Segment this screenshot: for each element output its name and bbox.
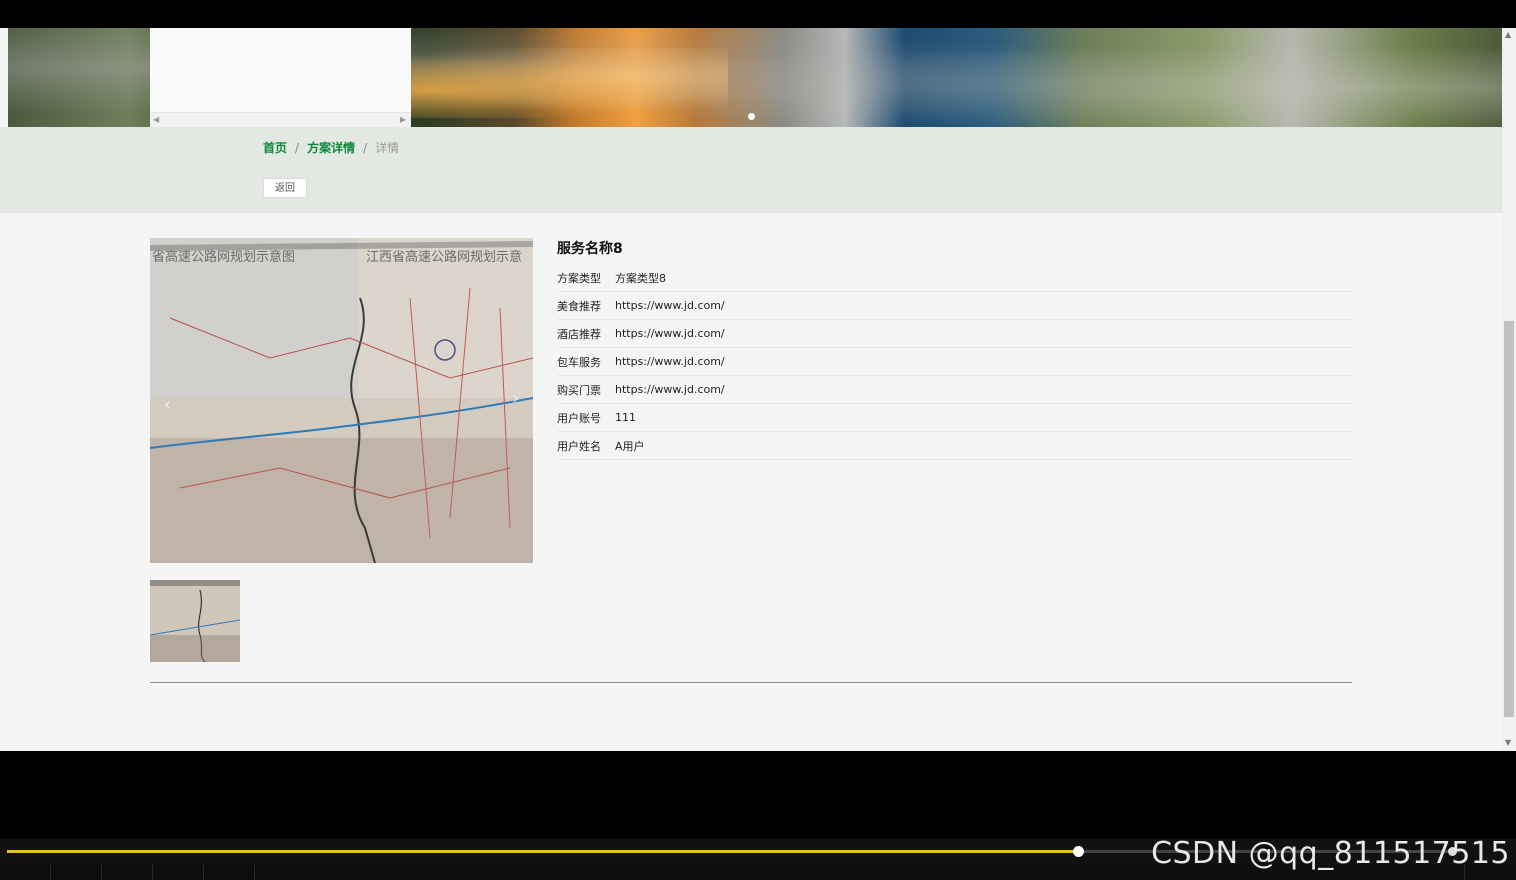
detail-value: https://www.jd.com/ <box>615 327 725 340</box>
detail-label: 美食推荐 <box>557 299 601 313</box>
image-thumbnail[interactable] <box>150 580 240 662</box>
breadcrumb: 首页 / 方案详情 / 详情 <box>263 139 399 156</box>
detail-row: 用户账号 111 <box>557 404 1352 432</box>
svg-text:省高速公路网规划示意图: 省高速公路网规划示意图 <box>152 249 295 264</box>
service-title: 服务名称8 <box>557 241 623 257</box>
detail-row: 方案类型 方案类型8 <box>557 264 1352 292</box>
next-image-icon[interactable]: › <box>512 388 519 409</box>
scroll-left-icon[interactable]: ◀ <box>153 115 159 125</box>
detail-label: 用户姓名 <box>557 439 601 453</box>
detail-value: https://www.jd.com/ <box>615 383 725 396</box>
breadcrumb-separator: / <box>363 141 368 155</box>
service-details: 服务名称8 方案类型 方案类型8 美食推荐 https://www.jd.com/ … <box>557 238 1352 460</box>
detail-value: https://www.jd.com/ <box>615 355 725 368</box>
video-player-controls: CSDN @qq_811517515 <box>0 836 1516 880</box>
scrollbar-thumb[interactable] <box>1504 321 1514 717</box>
watermark-text: CSDN @qq_811517515 <box>1151 836 1510 871</box>
embedded-scroll-frame: ◀ ▶ <box>150 28 411 127</box>
scroll-right-icon[interactable]: ▶ <box>400 115 406 125</box>
carousel-indicator-dot[interactable] <box>748 113 755 120</box>
detail-value: A用户 <box>615 439 645 453</box>
breadcrumb-separator: / <box>295 141 300 155</box>
scroll-down-icon[interactable]: ▼ <box>1505 738 1511 747</box>
breadcrumb-section: 首页 / 方案详情 / 详情 返回 <box>0 127 1502 213</box>
prev-image-icon[interactable]: ‹ <box>164 394 171 415</box>
content-divider <box>150 682 1352 683</box>
svg-text:江西省高速公路网规划示意: 江西省高速公路网规划示意 <box>366 249 522 264</box>
detail-row: 包车服务 https://www.jd.com/ <box>557 348 1352 376</box>
detail-label: 酒店推荐 <box>557 327 601 341</box>
detail-label: 方案类型 <box>557 271 601 285</box>
vertical-scrollbar[interactable]: ▲ ▼ <box>1502 28 1516 751</box>
detail-value: 111 <box>615 411 636 424</box>
detail-row: 用户姓名 A用户 <box>557 432 1352 460</box>
detail-row: 美食推荐 https://www.jd.com/ <box>557 292 1352 320</box>
progress-handle[interactable] <box>1073 846 1084 857</box>
horizontal-scrollbar[interactable]: ◀ ▶ <box>150 112 411 127</box>
detail-label: 包车服务 <box>557 355 601 369</box>
progress-bar-played[interactable] <box>7 850 1078 853</box>
detail-value: 方案类型8 <box>615 271 666 285</box>
breadcrumb-home-link[interactable]: 首页 <box>263 141 287 155</box>
scroll-up-icon[interactable]: ▲ <box>1505 30 1511 39</box>
detail-value: https://www.jd.com/ <box>615 299 725 312</box>
detail-row: 酒店推荐 https://www.jd.com/ <box>557 320 1352 348</box>
main-product-image: 省高速公路网规划示意图 江西省高速公路网规划示意 ‹ › <box>150 238 533 563</box>
breadcrumb-section-link[interactable]: 方案详情 <box>307 141 355 155</box>
browser-viewport: ◀ ▶ 首页 / 方案详情 / 详情 返回 省高速公路网规划示意图 江西省高速公路网规划… <box>0 28 1516 751</box>
detail-label: 用户账号 <box>557 411 601 425</box>
detail-label: 购买门票 <box>557 383 601 397</box>
detail-row: 购买门票 https://www.jd.com/ <box>557 376 1352 404</box>
breadcrumb-current: 详情 <box>375 141 400 155</box>
back-button[interactable]: 返回 <box>263 178 307 198</box>
